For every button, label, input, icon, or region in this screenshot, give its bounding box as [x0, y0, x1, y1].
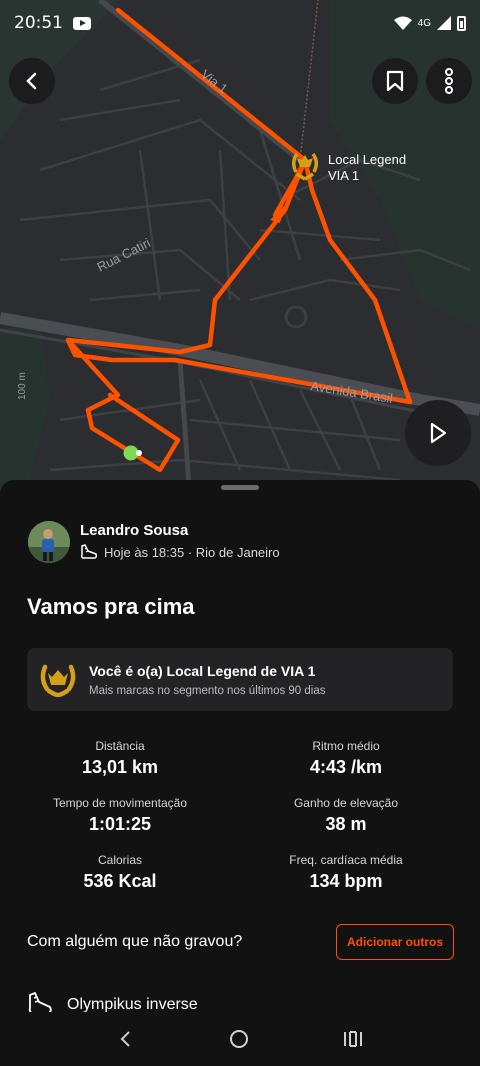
stat-label: Ganho de elevação	[293, 796, 399, 810]
avatar-image	[28, 521, 70, 563]
stat-value: 134 bpm	[309, 871, 383, 891]
map-legend-line1: Local Legend	[328, 152, 407, 167]
bookmark-button[interactable]	[372, 58, 418, 104]
youtube-icon	[73, 16, 91, 30]
stat-value: 38 m	[325, 814, 367, 834]
stat-pace: Ritmo médio 4:43 /km	[226, 739, 466, 778]
status-icons: 4G	[393, 15, 466, 31]
legend-card-title: Você é o(a) Local Legend de VIA 1	[89, 663, 316, 679]
status-time: 20:51	[14, 13, 63, 33]
stat-value: 1:01:25	[88, 814, 152, 834]
play-icon	[430, 422, 447, 444]
more-options-button[interactable]	[426, 58, 472, 104]
play-flyover-button[interactable]	[405, 400, 471, 466]
battery-icon	[457, 15, 466, 31]
map-legend-line2: VIA 1	[328, 168, 360, 183]
more-vertical-icon	[445, 68, 453, 94]
stat-value: 4:43 /km	[309, 757, 383, 777]
map-local-legend-label: Local Legend VIA 1	[328, 152, 406, 184]
status-bar: 20:51 4G	[0, 0, 480, 46]
activity-title: Vamos pra cima	[27, 594, 195, 619]
athlete-name[interactable]: Leandro Sousa	[80, 522, 188, 539]
stat-calories: Calorias 536 Kcal	[0, 853, 240, 892]
map-label-elevation: 100 m	[17, 372, 28, 400]
wifi-icon	[393, 16, 412, 30]
stat-label: Freq. cardíaca média	[289, 853, 403, 867]
nav-home-icon[interactable]	[228, 1028, 250, 1050]
stat-heart-rate: Freq. cardíaca média 134 bpm	[226, 853, 466, 892]
bookmark-icon	[386, 70, 404, 92]
activity-sheet: Leandro Sousa Hoje às 18:35 · Rio de Jan…	[0, 480, 480, 1066]
add-others-button[interactable]: Adicionar outros	[336, 924, 454, 960]
stat-moving-time: Tempo de movimentação 1:01:25	[0, 796, 240, 835]
activity-date-location: Hoje às 18:35 · Rio de Janeiro	[104, 544, 280, 560]
athlete-avatar[interactable]	[28, 521, 70, 563]
run-shoe-icon	[80, 544, 98, 559]
stat-label: Tempo de movimentação	[52, 796, 188, 810]
network-label: 4G	[417, 17, 431, 29]
stat-label: Ritmo médio	[312, 739, 380, 753]
nav-back-icon[interactable]	[116, 1029, 136, 1049]
stat-elevation: Ganho de elevação 38 m	[226, 796, 466, 835]
activity-meta: Hoje às 18:35 · Rio de Janeiro	[80, 544, 280, 560]
stat-distance: Distância 13,01 km	[0, 739, 240, 778]
legend-card-subtitle: Mais marcas no segmento nos últimos 90 d…	[89, 685, 326, 697]
sheet-drag-handle[interactable]	[221, 485, 259, 490]
stat-value: 13,01 km	[81, 757, 159, 777]
nav-recents-icon[interactable]	[342, 1029, 364, 1049]
group-prompt: Com alguém que não gravou?	[27, 933, 243, 950]
laurel-icon	[40, 664, 76, 697]
stat-label: Calorias	[97, 853, 142, 867]
chevron-left-icon	[26, 72, 37, 90]
system-nav-bar	[0, 1012, 480, 1066]
stat-value: 536 Kcal	[83, 871, 157, 891]
stat-label: Distância	[95, 739, 145, 753]
local-legend-card[interactable]: Você é o(a) Local Legend de VIA 1 Mais m…	[27, 648, 453, 711]
signal-icon	[437, 16, 451, 30]
back-button[interactable]	[9, 58, 55, 104]
map-label-rua-catiri: Rua Catiri	[95, 235, 153, 275]
